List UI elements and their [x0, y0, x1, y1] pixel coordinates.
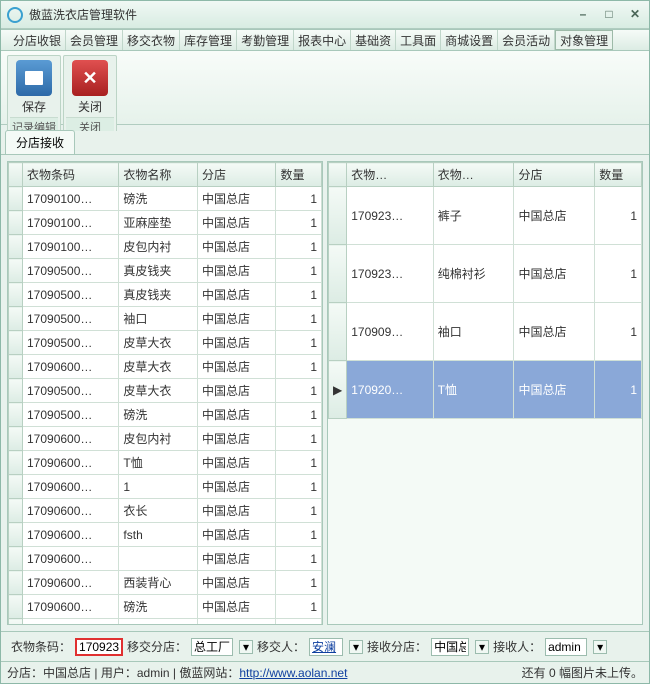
table-row[interactable]: 17090600…1中国总店1: [9, 475, 322, 499]
left-col-4[interactable]: 数量: [276, 163, 322, 187]
receive-person-input[interactable]: [545, 638, 587, 656]
window-title: 傲蓝洗衣店管理软件: [29, 6, 575, 23]
menu-6[interactable]: 基础资: [351, 30, 396, 50]
transfer-person-dropdown-icon[interactable]: ▾: [349, 640, 363, 654]
save-icon: [16, 60, 52, 96]
close-label: 关闭: [78, 98, 102, 115]
table-row[interactable]: 17090600…fsth中国总店1: [9, 523, 322, 547]
menu-0[interactable]: 分店收银: [9, 30, 66, 50]
table-row[interactable]: 17090500…真皮钱夹中国总店1: [9, 259, 322, 283]
barcode-input[interactable]: [75, 638, 123, 656]
transfer-person-label: 移交人：: [257, 638, 305, 655]
right-grid[interactable]: 衣物…衣物…分店数量170923…裤子中国总店1170923…纯棉衬衫中国总店1…: [328, 162, 642, 419]
menu-7[interactable]: 工具面: [396, 30, 441, 50]
left-col-1[interactable]: 衣物条码: [23, 163, 119, 187]
barcode-label: 衣物条码：: [11, 638, 71, 655]
statusbar: 分店： 中国总店 | 用户： admin | 傲蓝网站： http://www.…: [1, 661, 649, 683]
status-site-label: 傲蓝网站：: [179, 664, 239, 681]
table-row[interactable]: 17090100…磅洗中国总店1: [9, 187, 322, 211]
right-col-1[interactable]: 衣物…: [347, 163, 433, 187]
status-right-msg: 还有 0 幅图片未上传。: [522, 664, 643, 681]
table-row[interactable]: 17090600…皮草大衣中国总店1: [9, 355, 322, 379]
left-col-0[interactable]: [9, 163, 23, 187]
tab-branch-receive[interactable]: 分店接收: [5, 130, 75, 154]
transfer-branch-dropdown-icon[interactable]: ▾: [239, 640, 253, 654]
maximize-button[interactable]: □: [601, 7, 617, 23]
receive-person-label: 接收人：: [493, 638, 541, 655]
status-user-label: 用户：: [101, 664, 137, 681]
menu-1[interactable]: 会员管理: [66, 30, 123, 50]
close-button[interactable]: ✕ 关闭: [68, 60, 112, 115]
minimize-button[interactable]: –: [575, 7, 591, 23]
status-user: admin: [137, 666, 170, 680]
receive-branch-input[interactable]: [431, 638, 469, 656]
menu-10[interactable]: 对象管理: [555, 30, 613, 50]
transfer-person-input[interactable]: [309, 638, 343, 656]
table-row[interactable]: 17090500…皮草大衣中国总店1: [9, 379, 322, 403]
table-row[interactable]: 17090700…内衬中国总店1: [9, 619, 322, 625]
right-grid-pane: 衣物…衣物…分店数量170923…裤子中国总店1170923…纯棉衬衫中国总店1…: [327, 161, 643, 625]
menu-4[interactable]: 考勤管理: [237, 30, 294, 50]
app-logo-icon: [7, 7, 23, 23]
status-branch-label: 分店：: [7, 664, 43, 681]
tabstrip: 分店接收: [1, 131, 649, 155]
save-label: 保存: [22, 98, 46, 115]
table-row[interactable]: 17090500…真皮钱夹中国总店1: [9, 283, 322, 307]
table-row[interactable]: 17090600…西装背心中国总店1: [9, 571, 322, 595]
table-row[interactable]: 17090600…中国总店1: [9, 547, 322, 571]
table-row[interactable]: 17090600…皮包内衬中国总店1: [9, 427, 322, 451]
close-icon: ✕: [72, 60, 108, 96]
menu-2[interactable]: 移交衣物: [123, 30, 180, 50]
table-row[interactable]: 17090500…皮草大衣中国总店1: [9, 331, 322, 355]
right-col-3[interactable]: 分店: [514, 163, 595, 187]
left-col-2[interactable]: 衣物名称: [119, 163, 198, 187]
toolbar: 保存记录编辑✕关闭关闭: [1, 51, 649, 125]
table-row[interactable]: 170909…袖口中国总店1: [329, 303, 642, 361]
table-row[interactable]: 170923…纯棉衬衫中国总店1: [329, 245, 642, 303]
transfer-branch-input[interactable]: [191, 638, 233, 656]
menu-9[interactable]: 会员活动: [498, 30, 555, 50]
status-site-link[interactable]: http://www.aolan.net: [239, 666, 347, 680]
receive-person-dropdown-icon[interactable]: ▾: [593, 640, 607, 654]
left-grid-pane: 衣物条码衣物名称分店数量17090100…磅洗中国总店117090100…亚麻座…: [7, 161, 323, 625]
receive-branch-dropdown-icon[interactable]: ▾: [475, 640, 489, 654]
table-row[interactable]: 17090600…衣长中国总店1: [9, 499, 322, 523]
save-button[interactable]: 保存: [12, 60, 56, 115]
right-col-2[interactable]: 衣物…: [433, 163, 514, 187]
table-row[interactable]: ▶170920…T恤中国总店1: [329, 361, 642, 419]
right-col-4[interactable]: 数量: [595, 163, 642, 187]
receive-branch-label: 接收分店：: [367, 638, 427, 655]
close-window-button[interactable]: ✕: [627, 7, 643, 23]
status-branch: 中国总店: [43, 664, 91, 681]
menu-5[interactable]: 报表中心: [294, 30, 351, 50]
left-grid[interactable]: 衣物条码衣物名称分店数量17090100…磅洗中国总店117090100…亚麻座…: [8, 162, 322, 624]
transfer-branch-label: 移交分店：: [127, 638, 187, 655]
menu-3[interactable]: 库存管理: [180, 30, 237, 50]
table-row[interactable]: 17090500…磅洗中国总店1: [9, 403, 322, 427]
right-col-0[interactable]: [329, 163, 347, 187]
table-row[interactable]: 17090600…磅洗中国总店1: [9, 595, 322, 619]
table-row[interactable]: 17090100…皮包内衬中国总店1: [9, 235, 322, 259]
table-row[interactable]: 17090100…亚麻座垫中国总店1: [9, 211, 322, 235]
table-row[interactable]: 170923…裤子中国总店1: [329, 187, 642, 245]
menubar: 分店收银会员管理移交衣物库存管理考勤管理报表中心基础资工具面商城设置会员活动对象…: [1, 29, 649, 51]
titlebar: 傲蓝洗衣店管理软件 – □ ✕: [1, 1, 649, 29]
table-row[interactable]: 17090600…T恤中国总店1: [9, 451, 322, 475]
left-col-3[interactable]: 分店: [197, 163, 276, 187]
form-bar: 衣物条码： 移交分店： ▾ 移交人： ▾ 接收分店： ▾ 接收人： ▾: [1, 631, 649, 661]
menu-8[interactable]: 商城设置: [441, 30, 498, 50]
table-row[interactable]: 17090500…袖口中国总店1: [9, 307, 322, 331]
